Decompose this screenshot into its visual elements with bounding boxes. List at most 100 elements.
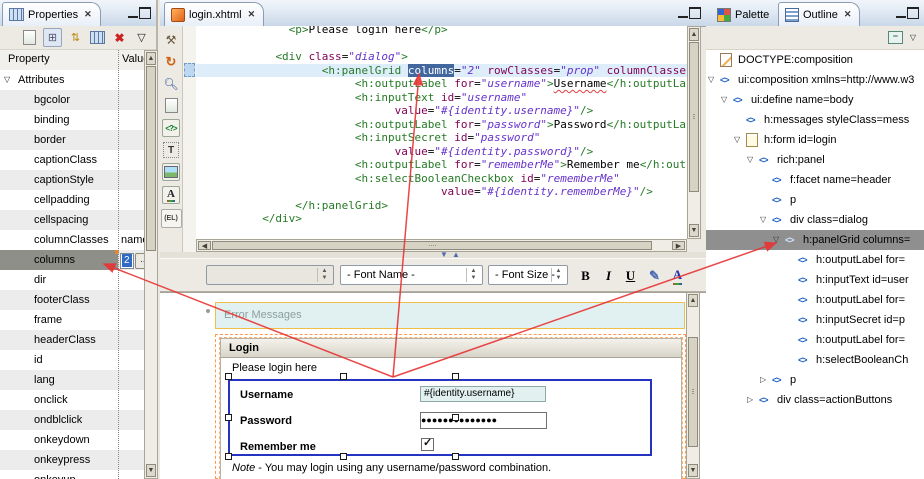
selection-handle[interactable] <box>340 453 347 460</box>
tab-properties[interactable]: Properties ✕ <box>2 2 101 26</box>
scroll-down-arrow[interactable]: ▼ <box>146 464 156 477</box>
property-row[interactable]: onkeypress <box>0 450 144 470</box>
code-line[interactable]: <h:outputLabel for="password">Password</… <box>196 118 687 132</box>
chevron-updown-icon[interactable]: ▲▼ <box>466 268 480 282</box>
code-line[interactable] <box>196 37 687 51</box>
expander-icon[interactable]: ▽ <box>734 130 740 150</box>
property-row[interactable]: binding <box>0 110 144 130</box>
el-expression-icon[interactable]: (EL) <box>161 209 182 228</box>
property-row[interactable]: frame <box>0 310 144 330</box>
minimize-icon[interactable] <box>128 7 138 18</box>
code-line[interactable]: <div class="dialog"> <box>196 50 687 64</box>
outline-row[interactable]: <>h:selectBooleanCh <box>706 350 924 370</box>
outline-row[interactable]: ▷<>p <box>706 370 924 390</box>
outline-row[interactable]: <>h:inputText id=user <box>706 270 924 290</box>
font-name-select[interactable]: - Font Name - ▲▼ <box>340 265 483 285</box>
search-icon[interactable]: 🔍︎ <box>163 75 180 92</box>
bold-button[interactable]: B <box>576 266 595 285</box>
minimize-icon[interactable] <box>678 7 688 18</box>
outline-row[interactable]: <>p <box>706 190 924 210</box>
code-line[interactable]: value="#{identity.password}"/> <box>196 145 687 159</box>
property-row[interactable]: footerClass <box>0 290 144 310</box>
code-line[interactable]: <h:selectBooleanCheckbox id="rememberMe" <box>196 172 687 186</box>
minimize-icon[interactable] <box>896 7 906 18</box>
column-header-property[interactable]: Property <box>8 53 50 65</box>
property-row[interactable]: lang <box>0 370 144 390</box>
property-row[interactable]: headerClass <box>0 330 144 350</box>
selection-handle[interactable] <box>452 373 459 380</box>
outline-row[interactable]: <>h:messages styleClass=mess <box>706 110 924 130</box>
scroll-down-arrow[interactable]: ▼ <box>688 464 698 477</box>
login-panel-header[interactable]: Login <box>221 339 681 358</box>
expander-icon[interactable]: ▷ <box>760 370 766 390</box>
scroll-down-arrow[interactable]: ▼ <box>689 224 699 237</box>
italic-button[interactable]: I <box>599 266 618 285</box>
property-row[interactable]: cellspacing <box>0 210 144 230</box>
outline-row[interactable]: <>h:inputSecret id=p <box>706 310 924 330</box>
source-tag-icon[interactable]: <?> <box>162 119 180 137</box>
scroll-right-arrow[interactable]: ▶ <box>672 241 685 250</box>
scrollbar-thumb[interactable] <box>689 42 699 192</box>
property-row[interactable]: border <box>0 130 144 150</box>
expander-icon[interactable]: ▽ <box>708 70 714 90</box>
export-icon[interactable] <box>163 97 180 114</box>
outline-row[interactable]: <>h:outputLabel for= <box>706 250 924 270</box>
outline-row[interactable]: ▽h:form id=login <box>706 130 924 150</box>
preferences-icon[interactable]: ⚒ <box>163 31 180 48</box>
property-row[interactable]: id <box>0 350 144 370</box>
property-row[interactable]: onclick <box>0 390 144 410</box>
intro-text[interactable]: Please login here <box>232 362 317 374</box>
selection-handle[interactable] <box>452 414 459 421</box>
edit-table-icon[interactable] <box>89 29 106 46</box>
text-format-icon[interactable]: T <box>163 142 179 158</box>
expander-icon[interactable]: ▽ <box>4 70 10 90</box>
selection-handle[interactable] <box>225 414 232 421</box>
code-line[interactable]: value="#{identity.rememberMe}"/> <box>196 185 687 199</box>
block-format-select[interactable]: ▲▼ <box>206 265 334 285</box>
outline-row[interactable]: ▽<>ui:define name=body <box>706 90 924 110</box>
property-row[interactable]: cellpadding <box>0 190 144 210</box>
scroll-up-arrow[interactable]: ▲ <box>689 28 699 41</box>
property-row[interactable]: ondblclick <box>0 410 144 430</box>
password-input[interactable]: ●●●●●●●●●●●●●● <box>420 412 547 429</box>
underline-button[interactable]: U <box>621 266 640 285</box>
code-line[interactable]: </div> <box>196 212 687 226</box>
font-size-select[interactable]: - Font Size - ▲▼ <box>488 265 568 285</box>
tab-outline[interactable]: Outline ✕ <box>778 2 860 26</box>
column-divider[interactable] <box>118 50 119 479</box>
selection-handle[interactable] <box>340 373 347 380</box>
view-menu-icon[interactable]: ▽ <box>133 29 150 46</box>
close-icon[interactable]: ✕ <box>84 9 92 20</box>
maximize-icon[interactable] <box>689 7 701 19</box>
outline-row[interactable]: <>f:facet name=header <box>706 170 924 190</box>
scroll-up-arrow[interactable]: ▲ <box>688 294 698 307</box>
code-line[interactable]: <h:panelGrid columns="2" rowClasses="pro… <box>196 64 687 78</box>
editor-gutter[interactable] <box>183 26 197 252</box>
tab-palette[interactable]: Palette <box>710 2 778 26</box>
close-icon[interactable]: ✕ <box>248 9 256 20</box>
browse-button[interactable]: ... <box>135 253 144 269</box>
property-row[interactable]: columns2... <box>0 250 144 270</box>
outline-row[interactable]: ▷<>div class=actionButtons <box>706 390 924 410</box>
preview-scrollbar[interactable]: ▲ ▼ <box>686 292 700 479</box>
property-value[interactable]: name, <box>121 230 144 250</box>
selection-handle[interactable] <box>225 373 232 380</box>
selection-handle[interactable] <box>452 453 459 460</box>
scrollbar-thumb[interactable] <box>146 66 156 251</box>
property-row[interactable]: captionStyle <box>0 170 144 190</box>
source-editor[interactable]: <p>Please login here</p> <div class="dial… <box>196 26 687 239</box>
property-row[interactable]: captionClass <box>0 150 144 170</box>
outline-row[interactable]: DOCTYPE:composition <box>706 50 924 70</box>
code-line[interactable]: <p>Please login here</p> <box>196 26 687 37</box>
view-menu-icon[interactable]: ▽ <box>910 33 916 42</box>
expander-icon[interactable]: ▽ <box>721 90 727 110</box>
code-line[interactable]: </h:panelGrid> <box>196 199 687 213</box>
outline-row[interactable]: ▽<>div class=dialog <box>706 210 924 230</box>
expander-icon[interactable]: ▽ <box>747 150 753 170</box>
outline-row[interactable]: <>h:outputLabel for= <box>706 330 924 350</box>
scrollbar-thumb[interactable] <box>688 337 698 447</box>
new-attribute-icon[interactable] <box>21 29 38 46</box>
property-row[interactable]: columnClassesname, <box>0 230 144 250</box>
font-color-icon[interactable]: A <box>668 266 687 285</box>
highlight-pen-icon[interactable]: ✎ <box>645 266 664 285</box>
